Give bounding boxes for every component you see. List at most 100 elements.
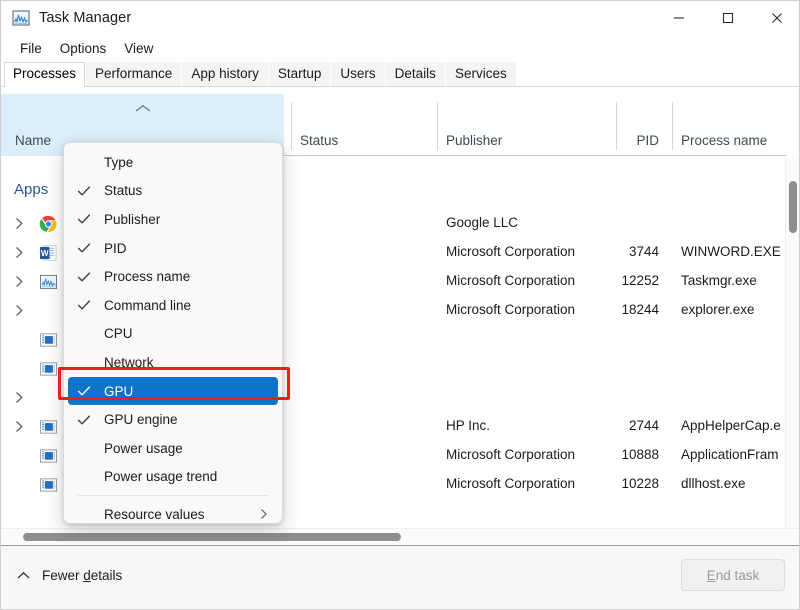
fewer-details-label: Fewer details <box>42 568 122 583</box>
fewer-details-button[interactable]: Fewer details <box>17 568 122 583</box>
cell-pid: 12252 <box>616 273 659 288</box>
column-divider[interactable] <box>672 102 673 150</box>
cell-pid: 18244 <box>616 302 659 317</box>
status-bar: Fewer details End task <box>1 545 800 609</box>
context-menu-item-gpu-engine[interactable]: GPU engine <box>68 405 278 434</box>
context-menu-item-pid[interactable]: PID <box>68 234 278 263</box>
context-menu-item-label: Status <box>104 183 142 198</box>
task-manager-icon <box>12 9 30 27</box>
column-header-label: Publisher <box>446 133 502 148</box>
chevron-right-icon[interactable] <box>15 391 24 404</box>
group-header-apps: Apps <box>14 181 48 198</box>
context-menu-item-type[interactable]: Type <box>68 148 278 177</box>
cell-publisher: Microsoft Corporation <box>446 273 575 288</box>
column-header-label: Name <box>15 133 51 148</box>
checkmark-icon <box>77 184 91 198</box>
sort-ascending-icon <box>134 104 151 113</box>
menu-item-options[interactable]: Options <box>51 39 116 58</box>
tab-users[interactable]: Users <box>331 62 384 86</box>
context-menu-item-resource-values[interactable]: Resource values <box>68 500 278 529</box>
context-menu-item-process-name[interactable]: Process name <box>68 262 278 291</box>
tab-startup[interactable]: Startup <box>269 62 331 86</box>
cell-process-name: Taskmgr.exe <box>681 273 757 288</box>
context-menu-item-label: GPU engine <box>104 412 178 427</box>
menu-bar: File Options View <box>1 35 800 61</box>
chevron-right-icon[interactable] <box>15 304 24 317</box>
minimize-button[interactable] <box>654 1 703 35</box>
vertical-scrollbar[interactable] <box>785 157 799 537</box>
column-divider[interactable] <box>291 102 292 150</box>
context-menu-item-power-usage[interactable]: Power usage <box>68 434 278 463</box>
checkmark-icon <box>77 413 91 427</box>
checkmark-icon <box>77 298 91 312</box>
context-menu-item-command-line[interactable]: Command line <box>68 291 278 320</box>
column-divider[interactable] <box>616 102 617 150</box>
tab-processes[interactable]: Processes <box>4 62 85 86</box>
close-button[interactable] <box>752 1 800 35</box>
cell-process-name: AppHelperCap.e <box>681 418 781 433</box>
tab-strip: Processes Performance App history Startu… <box>1 61 800 87</box>
window-icon <box>39 476 58 494</box>
column-header-process-name[interactable]: Process name <box>672 94 787 156</box>
context-menu-item-label: Resource values <box>104 507 205 522</box>
horizontal-scrollbar[interactable] <box>1 528 800 544</box>
tab-details[interactable]: Details <box>386 62 445 86</box>
context-menu-item-publisher[interactable]: Publisher <box>68 205 278 234</box>
chevron-right-icon[interactable] <box>15 246 24 259</box>
window-controls <box>654 1 800 35</box>
column-header-status[interactable]: Status <box>291 94 433 156</box>
cell-pid: 10228 <box>616 476 659 491</box>
chevron-right-icon[interactable] <box>15 275 24 288</box>
context-menu-item-label: PID <box>104 241 127 256</box>
menu-item-view[interactable]: View <box>115 39 162 58</box>
window-icon <box>39 331 58 349</box>
context-menu-item-label: Publisher <box>104 212 160 227</box>
checkmark-icon <box>77 212 91 226</box>
tab-services[interactable]: Services <box>446 62 516 86</box>
column-header-publisher[interactable]: Publisher <box>437 94 616 156</box>
cell-process-name: ApplicationFram <box>681 447 779 462</box>
context-menu-item-status[interactable]: Status <box>68 177 278 206</box>
cell-publisher: Microsoft Corporation <box>446 244 575 259</box>
cell-process-name: WINWORD.EXE <box>681 244 781 259</box>
column-divider[interactable] <box>437 102 438 150</box>
window-icon <box>39 447 58 465</box>
vertical-scrollbar-thumb[interactable] <box>789 181 797 233</box>
chevron-up-icon <box>17 571 30 580</box>
window-icon <box>39 360 58 378</box>
end-task-label: End task <box>707 568 760 583</box>
column-header-label: PID <box>636 133 659 148</box>
cell-publisher: Microsoft Corporation <box>446 476 575 491</box>
context-menu-item-label: Command line <box>104 298 191 313</box>
maximize-button[interactable] <box>703 1 752 35</box>
cell-publisher: HP Inc. <box>446 418 490 433</box>
cell-publisher: Microsoft Corporation <box>446 447 575 462</box>
column-header-pid[interactable]: PID <box>616 94 668 156</box>
context-menu-item-power-usage-trend[interactable]: Power usage trend <box>68 463 278 492</box>
tab-app-history[interactable]: App history <box>182 62 268 86</box>
horizontal-scrollbar-thumb[interactable] <box>23 533 401 541</box>
cell-process-name: explorer.exe <box>681 302 755 317</box>
window-icon <box>39 418 58 436</box>
context-menu-item-network[interactable]: Network <box>68 348 278 377</box>
chevron-right-icon[interactable] <box>15 420 24 433</box>
cell-publisher: Google LLC <box>446 215 518 230</box>
context-menu-separator <box>78 495 268 496</box>
checkmark-icon <box>77 270 91 284</box>
end-task-button[interactable]: End task <box>681 559 785 591</box>
cell-process-name: dllhost.exe <box>681 476 746 491</box>
window-title: Task Manager <box>39 10 131 26</box>
tab-performance[interactable]: Performance <box>86 62 181 86</box>
context-menu-item-gpu[interactable]: GPU <box>68 377 278 406</box>
column-chooser-context-menu: Type Status Publisher PID Process name Comman… <box>63 142 283 524</box>
chevron-right-icon[interactable] <box>15 217 24 230</box>
cell-pid: 3744 <box>616 244 659 259</box>
checkmark-icon <box>77 241 91 255</box>
menu-item-file[interactable]: File <box>11 39 51 58</box>
context-menu-item-label: Network <box>104 355 154 370</box>
cell-pid: 10888 <box>616 447 659 462</box>
cell-pid: 2744 <box>616 418 659 433</box>
column-header-label: Status <box>300 133 338 148</box>
context-menu-item-cpu[interactable]: CPU <box>68 320 278 349</box>
context-menu-item-label: Power usage trend <box>104 469 217 484</box>
